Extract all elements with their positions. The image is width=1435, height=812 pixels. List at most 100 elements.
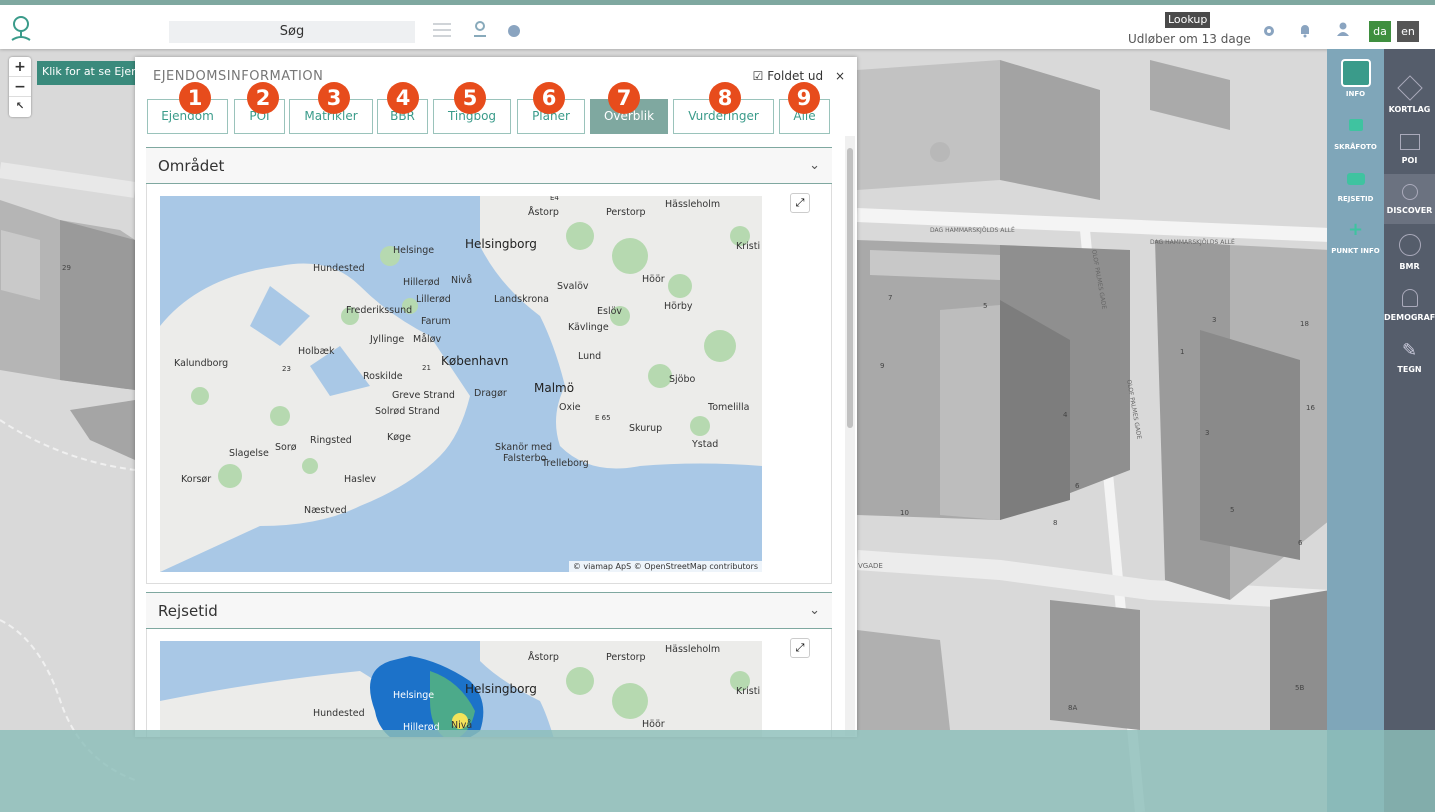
- map-label: Sjöbo: [669, 374, 696, 385]
- lang-en-button[interactable]: en: [1397, 21, 1419, 42]
- scroll-thumb[interactable]: [847, 148, 853, 428]
- folded-label: Foldet ud: [767, 69, 824, 83]
- map-label: Skurup: [629, 423, 663, 434]
- punkt-info-tool[interactable]: + PUNKT INFO: [1327, 221, 1384, 256]
- map-label: Åstorp: [528, 207, 559, 218]
- checkbox-icon[interactable]: ☑: [753, 69, 764, 83]
- svg-text:8: 8: [1053, 519, 1057, 527]
- expand-icon[interactable]: ⤢: [790, 193, 810, 213]
- map-label: Tomelilla: [708, 402, 750, 413]
- tegn-tool[interactable]: ✎ TEGN: [1384, 340, 1435, 375]
- logo-pin-icon[interactable]: [8, 14, 34, 48]
- map-label: Falsterbo: [503, 453, 547, 464]
- section-title: Rejsetid: [158, 602, 218, 620]
- map-label: E 65: [595, 414, 611, 422]
- map-label: Hundested: [313, 263, 365, 274]
- panel-scrollbar[interactable]: [845, 136, 855, 736]
- travel-time-map[interactable]: Hässleholm Åstorp Perstorp Helsingborg K…: [160, 641, 762, 737]
- svg-text:3: 3: [1205, 429, 1209, 437]
- info-tool[interactable]: INFO: [1327, 59, 1384, 98]
- section-header-rejsetid[interactable]: Rejsetid ⌄: [146, 592, 832, 629]
- top-bar: Søg Lookup Udløber om 13 dage da en: [0, 0, 1435, 49]
- zoom-out-button[interactable]: −: [9, 77, 31, 97]
- map-label: Hässleholm: [665, 644, 721, 655]
- number-badge: 7: [608, 82, 640, 114]
- number-badge: 2: [247, 82, 279, 114]
- subscription-expiry: Udløber om 13 dage: [1128, 32, 1251, 46]
- globe-icon[interactable]: [507, 23, 521, 42]
- bmr-tool[interactable]: BMR: [1384, 234, 1435, 271]
- rejsetid-label: REJSETID: [1337, 195, 1374, 203]
- map-label: Hillerød: [403, 277, 440, 288]
- search-input[interactable]: Søg: [169, 21, 415, 43]
- demografi-tool[interactable]: DEMOGRAFI: [1384, 289, 1435, 322]
- number-badge: 5: [454, 82, 486, 114]
- user-icon[interactable]: [1336, 21, 1350, 41]
- map-label: Hörby: [664, 301, 693, 312]
- map-label: Helsinge: [393, 245, 435, 256]
- map-label: Kristi: [736, 686, 761, 697]
- map-label: Dragør: [474, 388, 507, 399]
- svg-text:16: 16: [1306, 404, 1315, 412]
- skraafoto-label: SKRÅFOTO: [1334, 143, 1377, 151]
- section-title: Området: [158, 157, 225, 175]
- number-badge: 9: [788, 82, 820, 114]
- location-pin-icon[interactable]: [472, 19, 488, 43]
- area-map[interactable]: Hässleholm Åstorp Perstorp E4 Helsingbor…: [160, 196, 762, 572]
- lang-da-button[interactable]: da: [1369, 21, 1391, 42]
- map-label: Haslev: [344, 474, 377, 485]
- draw-icon: ✎: [1401, 340, 1418, 361]
- zoom-in-button[interactable]: +: [9, 57, 31, 77]
- map-label: Solrød Strand: [375, 406, 440, 417]
- map-label: Eslöv: [597, 306, 623, 317]
- map-label: Ringsted: [310, 435, 352, 446]
- rejsetid-tool[interactable]: REJSETID: [1327, 173, 1384, 203]
- map-label: Korsør: [181, 474, 212, 485]
- map-label: Nivå: [451, 275, 473, 286]
- discover-tool[interactable]: DISCOVER: [1384, 174, 1435, 224]
- bmr-label: BMR: [1399, 262, 1420, 271]
- map-label: Roskilde: [363, 371, 403, 382]
- svg-text:4: 4: [1063, 411, 1068, 419]
- chevron-down-icon[interactable]: ⌄: [809, 593, 820, 629]
- map-label: Kristi: [736, 241, 761, 252]
- pointer-icon[interactable]: ↖: [9, 97, 31, 117]
- map-label: Ystad: [692, 439, 719, 450]
- poi-tool[interactable]: POI: [1384, 134, 1435, 165]
- section-header-omraadet[interactable]: Området ⌄: [146, 147, 832, 184]
- chevron-down-icon[interactable]: ⌄: [809, 148, 820, 184]
- skraafoto-tool[interactable]: SKRÅFOTO: [1327, 119, 1384, 151]
- map-label: Hundested: [313, 708, 365, 719]
- map-label: Hässleholm: [665, 199, 721, 210]
- folded-toggle[interactable]: ☑ Foldet ud ×: [753, 69, 845, 83]
- bell-icon[interactable]: [1298, 22, 1312, 42]
- close-icon[interactable]: ×: [835, 69, 845, 83]
- svg-text:5B: 5B: [1295, 684, 1304, 692]
- number-badge: 6: [533, 82, 565, 114]
- kortlag-tool[interactable]: KORTLAG: [1384, 75, 1435, 114]
- number-badge: 4: [387, 82, 419, 114]
- number-badge: 3: [318, 82, 350, 114]
- map-label: Helsingborg: [465, 237, 537, 251]
- search-icon: [1401, 184, 1418, 200]
- map-label: Køge: [387, 432, 411, 443]
- map-label: Trelleborg: [542, 458, 589, 469]
- street-label: VGADE: [858, 562, 883, 570]
- map-label: Farum: [421, 316, 451, 327]
- info-label: INFO: [1345, 90, 1366, 98]
- map-label: Skanör med: [495, 442, 553, 453]
- expand-icon[interactable]: ⤢: [790, 638, 810, 658]
- map-label: København: [441, 354, 509, 368]
- street-label: DAG HAMMARSKJÖLDS ALLÉ: [1150, 238, 1235, 246]
- gear-icon[interactable]: [1262, 23, 1276, 42]
- map-label: 23: [282, 365, 291, 373]
- map-label: Landskrona: [494, 294, 549, 305]
- menu-icon[interactable]: [432, 22, 452, 42]
- property-info-panel: EJENDOMSINFORMATION ☑ Foldet ud × Ejendo…: [135, 57, 857, 737]
- svg-text:6: 6: [1075, 482, 1080, 490]
- map-label: Måløv: [413, 334, 442, 345]
- kortlag-label: KORTLAG: [1388, 105, 1431, 114]
- street-label: DAG HAMMARSKJÖLDS ALLÉ: [930, 226, 1015, 234]
- map-label: Greve Strand: [392, 390, 455, 401]
- map-label: Perstorp: [606, 207, 646, 218]
